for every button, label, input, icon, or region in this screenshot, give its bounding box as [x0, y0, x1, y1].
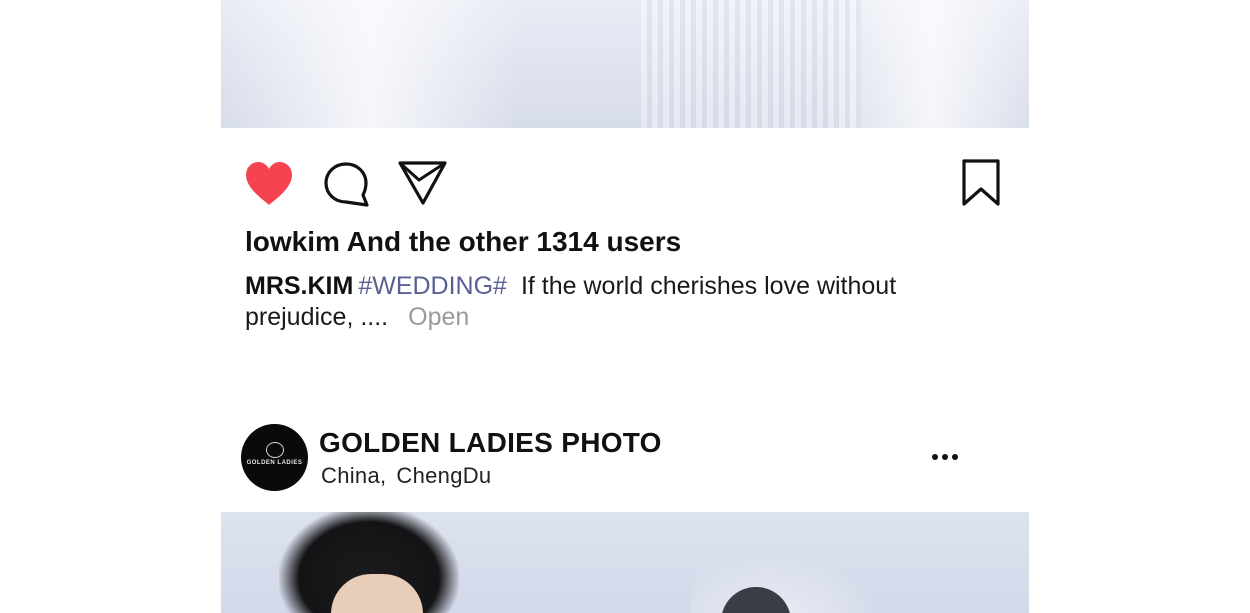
- heart-filled-icon[interactable]: [243, 160, 295, 208]
- post-caption: MRS.KIM #WEDDING# If the world cherishes l…: [245, 271, 945, 333]
- location-country: China,: [321, 463, 387, 488]
- caption-username[interactable]: MRS.KIM: [245, 272, 353, 300]
- more-dots-icon[interactable]: [928, 446, 962, 468]
- avatar-logo-text: GOLDEN LADIES: [246, 460, 303, 466]
- bride-veil: [691, 552, 891, 613]
- comment-bubble-icon[interactable]: [323, 160, 369, 208]
- likes-summary[interactable]: lowkim And the other 1314 users: [245, 226, 681, 258]
- caption-open-link[interactable]: Open: [408, 303, 469, 331]
- bookmark-icon[interactable]: [961, 158, 1001, 208]
- post-photo-top[interactable]: [221, 0, 1029, 128]
- caption-hashtag[interactable]: #WEDDING#: [358, 272, 507, 300]
- post-actions-bar: [221, 150, 1029, 216]
- brand-logo-icon: [265, 442, 284, 458]
- location-city: ChengDu: [396, 463, 492, 488]
- avatar[interactable]: GOLDEN LADIES: [241, 424, 308, 491]
- account-location[interactable]: China, ChengDu: [321, 463, 491, 489]
- dress-pleats: [641, 0, 861, 128]
- paper-plane-icon[interactable]: [398, 160, 448, 206]
- post-photo-bottom[interactable]: [221, 512, 1029, 613]
- dress-drape: [221, 0, 521, 128]
- feed: lowkim And the other 1314 users MRS.KIM #…: [0, 0, 1250, 613]
- account-name[interactable]: GOLDEN LADIES PHOTO: [319, 427, 662, 459]
